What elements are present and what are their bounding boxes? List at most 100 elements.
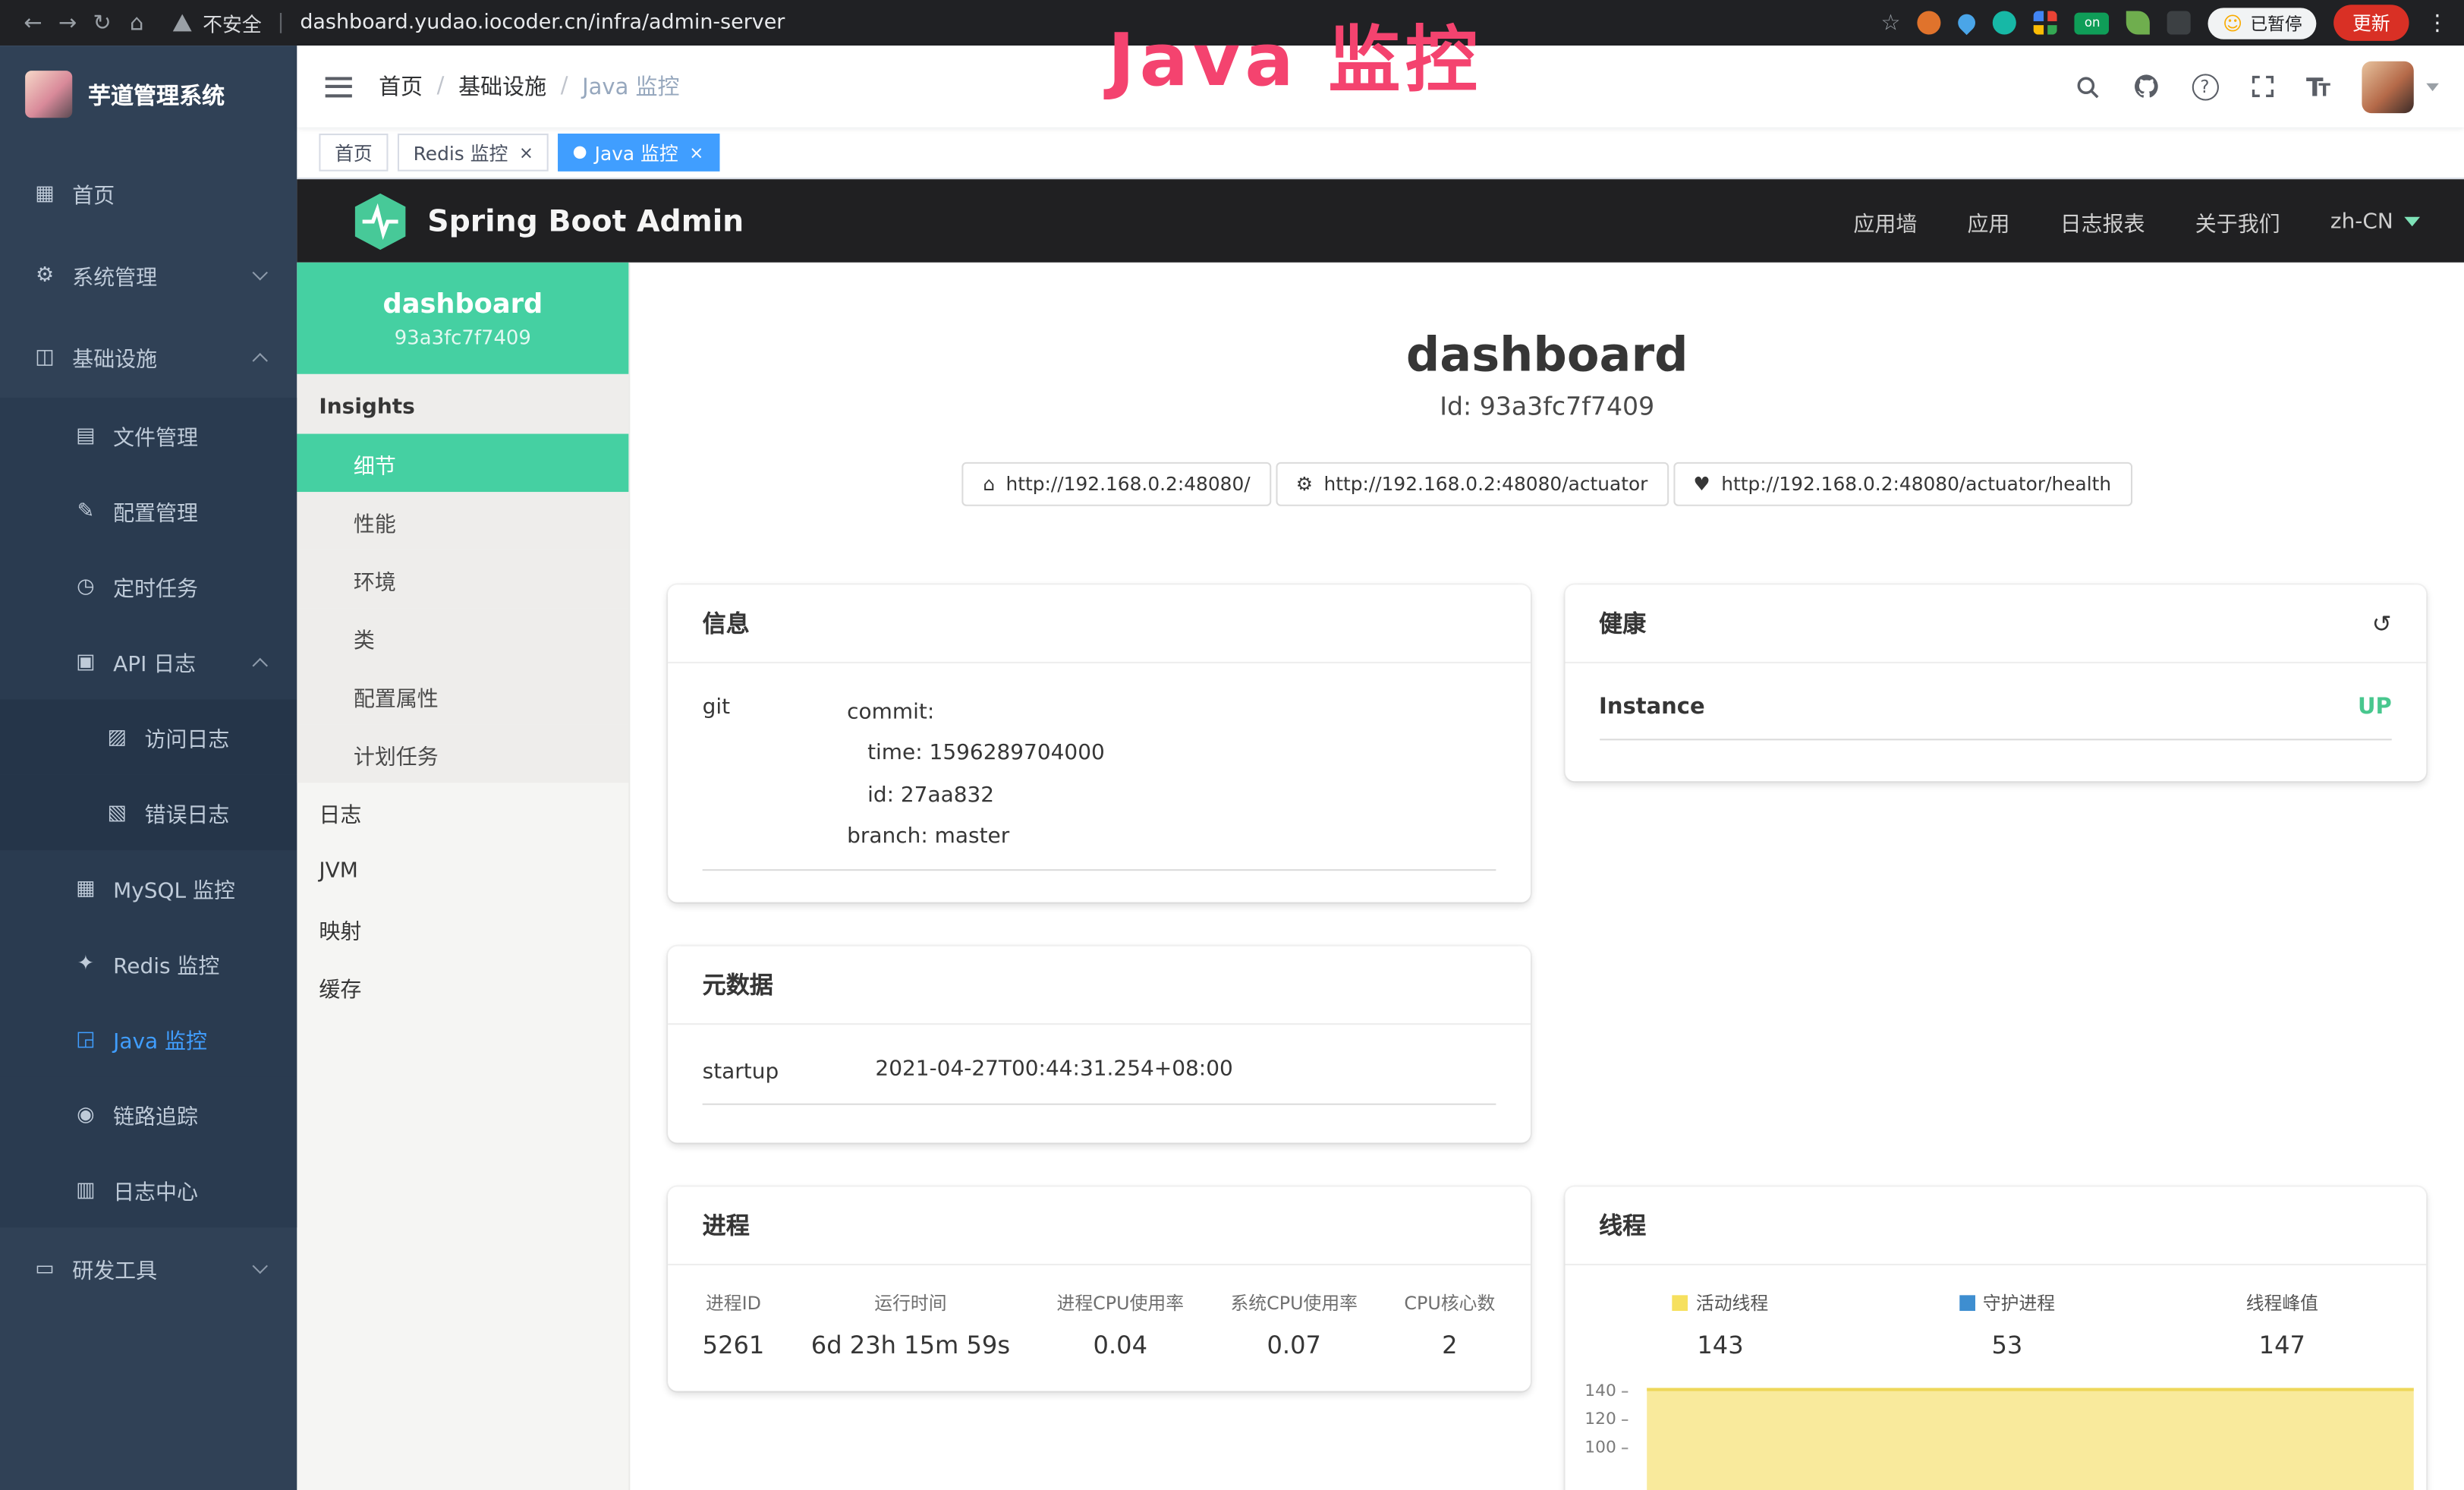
help-icon[interactable]: ? <box>2192 73 2218 99</box>
sba-item-config-props[interactable]: 配置属性 <box>297 666 628 725</box>
sba-nav-journal[interactable]: 日志报表 <box>2060 205 2145 236</box>
sba-nav-applications[interactable]: 应用 <box>1968 205 2010 236</box>
security-label: 不安全 <box>203 8 262 37</box>
tab-home[interactable]: 首页 <box>319 134 388 172</box>
legend-daemon-threads: 守护进程 53 <box>1959 1291 2055 1360</box>
sidebar-item-log-center[interactable]: ▥ 日志中心 <box>0 1152 297 1227</box>
paused-badge[interactable]: ☺ 已暂停 <box>2208 7 2316 38</box>
sba-app-header[interactable]: dashboard 93a3fc7f7409 <box>297 263 628 374</box>
font-size-icon[interactable]: TT <box>2306 71 2330 101</box>
service-url-link[interactable]: ⌂ http://192.168.0.2:48080/ <box>962 462 1270 506</box>
sba-brand-title[interactable]: Spring Boot Admin <box>427 203 744 238</box>
extension-icon-drop[interactable] <box>1955 11 1979 35</box>
forward-icon[interactable]: → <box>50 10 85 35</box>
extension-icon-leaf[interactable] <box>2127 11 2151 34</box>
bookmark-star-icon[interactable]: ☆ <box>1881 10 1901 35</box>
git-branch-line: branch: master <box>847 816 1105 857</box>
sba-item-details[interactable]: 细节 <box>297 434 628 493</box>
tab-java-monitor[interactable]: Java 监控 × <box>559 134 719 172</box>
live-threads-area <box>1646 1388 2414 1490</box>
sba-nav-about[interactable]: 关于我们 <box>2195 205 2280 236</box>
sidebar-item-error-logs[interactable]: ▧ 错误日志 <box>0 775 297 850</box>
sba-item-jvm[interactable]: JVM <box>297 841 628 899</box>
history-icon[interactable]: ↺ <box>2372 609 2392 637</box>
redis-icon: ✦ <box>72 952 99 975</box>
smiley-icon: ☺ <box>2223 12 2242 34</box>
sidebar-item-file-mgmt[interactable]: ▤ 文件管理 <box>0 398 297 473</box>
sidebar-item-dev-tools[interactable]: ▭ 研发工具 <box>0 1227 297 1309</box>
legend-value: 147 <box>2246 1331 2318 1359</box>
sidebar-menu: ▦ 首页 ⚙ 系统管理 ◫ 基础设施 ▤ 文件管理 ✎ 配置管理 <box>0 153 297 1309</box>
extensions-puzzle-icon[interactable] <box>2168 11 2192 34</box>
breadcrumb-separator: / <box>437 74 445 99</box>
sidebar-item-infrastructure[interactable]: ◫ 基础设施 <box>0 316 297 398</box>
health-url-link[interactable]: ♥ http://192.168.0.2:48080/actuator/heal… <box>1673 462 2132 506</box>
actuator-url-link[interactable]: ⚙ http://192.168.0.2:48080/actuator <box>1276 462 1669 506</box>
git-id-line: id: 27aa832 <box>847 774 1105 815</box>
extension-icon-orange[interactable] <box>1918 11 1941 34</box>
config-icon: ✎ <box>72 499 99 522</box>
update-button[interactable]: 更新 <box>2333 5 2409 41</box>
github-icon[interactable] <box>2132 72 2160 100</box>
sba-sidebar: dashboard 93a3fc7f7409 Insights 细节 性能 环境… <box>297 263 630 1490</box>
language-selector[interactable]: zh-CN <box>2330 208 2420 233</box>
stat-label: 系统CPU使用率 <box>1230 1291 1358 1316</box>
wrench-icon: ⚙ <box>1296 473 1313 495</box>
metadata-row: startup 2021-04-27T00:44:31.254+08:00 <box>703 1057 1496 1105</box>
back-icon[interactable]: ← <box>16 10 51 35</box>
sidebar-item-config-mgmt[interactable]: ✎ 配置管理 <box>0 473 297 548</box>
reload-icon[interactable]: ↻ <box>85 10 120 35</box>
search-icon[interactable] <box>2074 73 2101 99</box>
sidebar-item-api-logs[interactable]: ▣ API 日志 <box>0 624 297 699</box>
sba-nav-wall[interactable]: 应用墙 <box>1853 205 1917 236</box>
sba-insights-header: Insights <box>297 374 628 434</box>
metadata-card-title: 元数据 <box>668 947 1530 1025</box>
avatar-caret-icon[interactable] <box>2426 83 2439 90</box>
status-badge: UP <box>2358 695 2392 720</box>
browser-menu-icon[interactable]: ⋮ <box>2426 10 2448 35</box>
sidebar-item-home[interactable]: ▦ 首页 <box>0 153 297 235</box>
chevron-down-icon <box>252 1258 267 1274</box>
close-icon[interactable]: × <box>689 142 703 162</box>
sba-item-logs[interactable]: 日志 <box>297 783 628 841</box>
sidebar-item-label: MySQL 监控 <box>113 872 235 903</box>
sba-item-environment[interactable]: 环境 <box>297 550 628 609</box>
address-bar[interactable]: 不安全 | dashboard.yudao.iocoder.cn/infra/a… <box>173 8 785 37</box>
legend-peak-threads: 线程峰值 147 <box>2246 1291 2318 1360</box>
y-axis-tick: 120 <box>1580 1410 1627 1429</box>
sba-item-performance[interactable]: 性能 <box>297 492 628 550</box>
sidebar-item-label: API 日志 <box>113 646 196 677</box>
sba-item-scheduled-tasks[interactable]: 计划任务 <box>297 725 628 783</box>
link-label: http://192.168.0.2:48080/actuator <box>1323 473 1647 495</box>
sidebar-item-mysql-monitor[interactable]: ▦ MySQL 监控 <box>0 850 297 925</box>
app-logo[interactable]: 芋道管理系统 <box>0 46 297 143</box>
sidebar-item-redis-monitor[interactable]: ✦ Redis 监控 <box>0 926 297 1001</box>
sba-item-classes[interactable]: 类 <box>297 608 628 666</box>
home-icon[interactable]: ⌂ <box>119 10 154 35</box>
breadcrumb-home[interactable]: 首页 <box>379 71 423 102</box>
extension-icon-on-badge[interactable]: on <box>2075 12 2110 34</box>
avatar[interactable] <box>2362 61 2413 112</box>
api-log-icon: ▣ <box>72 650 99 673</box>
hamburger-icon[interactable] <box>326 76 352 96</box>
sba-item-caches[interactable]: 缓存 <box>297 957 628 1016</box>
tab-redis-monitor[interactable]: Redis 监控 × <box>398 134 549 172</box>
health-card-title: 健康 <box>1599 606 1646 639</box>
sidebar-item-trace[interactable]: ◉ 链路追踪 <box>0 1076 297 1151</box>
breadcrumb-infrastructure[interactable]: 基础设施 <box>458 71 546 102</box>
sidebar-item-system-mgmt[interactable]: ⚙ 系统管理 <box>0 235 297 317</box>
extension-icon-teal[interactable] <box>1994 11 2017 34</box>
fullscreen-icon[interactable] <box>2249 74 2274 99</box>
url-text[interactable]: dashboard.yudao.iocoder.cn/infra/admin-s… <box>300 11 785 34</box>
sidebar-item-label: 研发工具 <box>72 1252 157 1284</box>
extension-icon-grid[interactable] <box>2034 11 2058 34</box>
y-axis-tick: 100 <box>1580 1438 1627 1457</box>
sba-item-mappings[interactable]: 映射 <box>297 899 628 957</box>
sidebar-item-access-logs[interactable]: ▨ 访问日志 <box>0 700 297 775</box>
active-tab-dot <box>574 146 587 159</box>
stat-label: 进程ID <box>703 1291 765 1316</box>
close-icon[interactable]: × <box>519 142 533 162</box>
sidebar-item-scheduled-tasks[interactable]: ◷ 定时任务 <box>0 549 297 624</box>
sidebar-item-java-monitor[interactable]: ◲ Java 监控 <box>0 1001 297 1076</box>
instance-title: dashboard <box>630 329 2464 383</box>
